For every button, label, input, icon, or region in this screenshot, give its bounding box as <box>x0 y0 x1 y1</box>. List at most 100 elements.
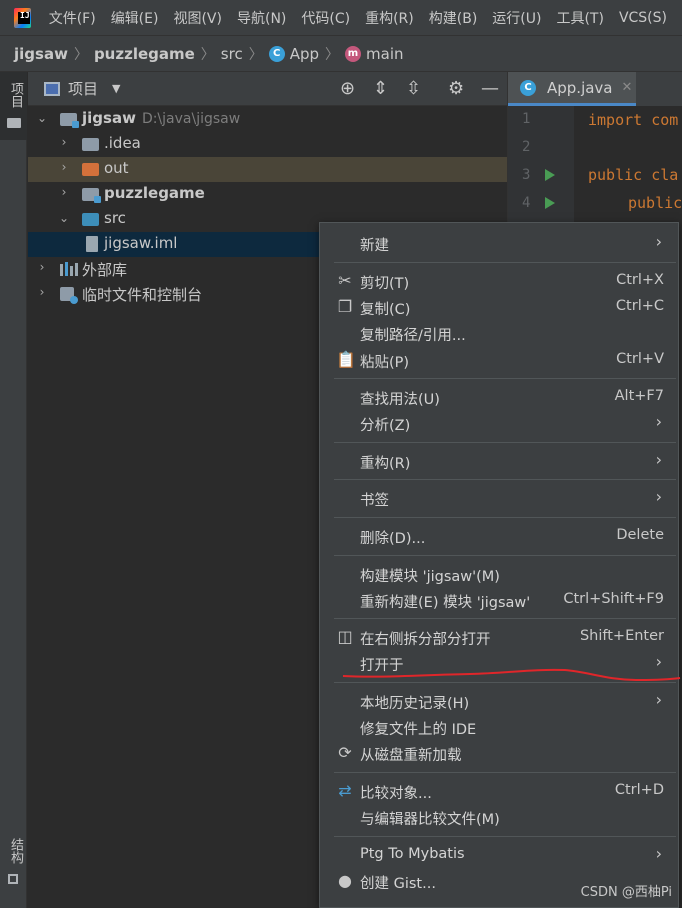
structure-tool-label: 结构 <box>8 838 23 864</box>
module-folder-icon <box>82 188 101 203</box>
menu-item-repair-ide[interactable]: 修复文件上的 IDE <box>320 714 678 740</box>
class-icon: C <box>268 45 285 62</box>
line-number: 4 <box>522 195 531 211</box>
menu-navigate[interactable]: 导航(N) <box>237 8 286 28</box>
menu-label: 创建 Gist... <box>360 876 436 892</box>
menu-file[interactable]: 文件(F) <box>49 8 96 28</box>
menu-shortcut: Ctrl+X <box>616 272 664 288</box>
menu-item-local-history[interactable]: 本地历史记录(H) › <box>320 688 678 714</box>
code-line-3: public cla <box>588 166 679 184</box>
line-number: 1 <box>522 111 531 127</box>
menu-item-reload-from-disk[interactable]: ⟳ 从磁盘重新加载 <box>320 740 678 766</box>
breadcrumb-main[interactable]: main <box>366 45 403 63</box>
tree-row-idea[interactable]: › .idea <box>28 132 507 157</box>
folder-icon <box>82 138 99 151</box>
menu-separator <box>334 378 676 379</box>
breadcrumb-jigsaw[interactable]: jigsaw <box>14 45 68 63</box>
menu-item-open-in[interactable]: 打开于 › <box>320 650 678 676</box>
breadcrumb-puzzlegame[interactable]: puzzlegame <box>94 45 195 63</box>
menu-item-find-usages[interactable]: 查找用法(U) Alt+F7 <box>320 384 678 410</box>
tree-row-puzzlegame[interactable]: › puzzlegame <box>28 182 507 207</box>
menu-item-copy[interactable]: ❐ 复制(C) Ctrl+C <box>320 294 678 320</box>
chevron-right-icon[interactable]: › <box>58 135 70 149</box>
menu-view[interactable]: 视图(V) <box>173 8 222 28</box>
menu-vcs[interactable]: VCS(S) <box>619 10 667 26</box>
line-number: 3 <box>522 167 531 183</box>
project-tool-tab[interactable]: 项目 <box>0 72 27 140</box>
context-menu: 新建 › ✂ 剪切(T) Ctrl+X ❐ 复制(C) Ctrl+C 复制路径/… <box>319 222 679 908</box>
chevron-down-icon[interactable]: ▼ <box>112 82 120 95</box>
menu-shortcut: Delete <box>616 527 664 543</box>
gear-icon[interactable]: ⚙ <box>448 78 464 100</box>
menu-item-rebuild-module[interactable]: 重新构建(E) 模块 'jigsaw' Ctrl+Shift+F9 <box>320 587 678 613</box>
menu-label: 剪切(T) <box>360 276 410 292</box>
editor-tab-bar: C App.java ✕ <box>507 72 682 106</box>
breadcrumb-src[interactable]: src <box>221 45 243 63</box>
menu-separator <box>334 682 676 683</box>
tab-app-java[interactable]: C App.java ✕ <box>508 72 636 106</box>
menu-refactor[interactable]: 重构(R) <box>365 8 414 28</box>
menu-label: 新建 <box>360 238 389 254</box>
chevron-down-icon[interactable]: ⌄ <box>36 111 48 125</box>
locate-icon[interactable]: ⊕ <box>340 78 355 100</box>
menu-label: 构建模块 'jigsaw'(M) <box>360 569 500 585</box>
menu-label: 删除(D)... <box>360 531 426 547</box>
run-icon[interactable] <box>545 197 555 209</box>
menu-item-new[interactable]: 新建 › <box>320 230 678 256</box>
menu-label: 重构(R) <box>360 456 411 472</box>
menu-label: 重新构建(E) 模块 'jigsaw' <box>360 595 531 611</box>
chevron-right-icon: › <box>655 412 662 431</box>
tree-row-jigsaw[interactable]: ⌄ jigsaw D:\java\jigsaw <box>28 107 507 132</box>
excluded-folder-icon <box>82 163 99 176</box>
chevron-right-icon[interactable]: › <box>58 185 70 199</box>
menu-item-analyze[interactable]: 分析(Z) › <box>320 410 678 436</box>
chevron-right-icon[interactable]: › <box>36 285 48 299</box>
structure-tool-tab[interactable]: 结构 <box>0 832 27 892</box>
expand-all-icon[interactable]: ⇕ <box>373 78 388 100</box>
menu-edit[interactable]: 编辑(E) <box>111 8 159 28</box>
menu-item-ptg-mybatis[interactable]: Ptg To Mybatis › <box>320 842 678 868</box>
menu-item-paste[interactable]: 📋 粘贴(P) Ctrl+V <box>320 347 678 373</box>
minimize-icon[interactable]: — <box>481 78 499 100</box>
menu-build[interactable]: 构建(B) <box>429 8 478 28</box>
menu-label: 查找用法(U) <box>360 392 440 408</box>
menu-item-cut[interactable]: ✂ 剪切(T) Ctrl+X <box>320 268 678 294</box>
file-icon <box>86 236 98 252</box>
tree-label-iml: jigsaw.iml <box>104 234 178 252</box>
chevron-down-icon[interactable]: ⌄ <box>58 211 70 225</box>
menu-item-refactor[interactable]: 重构(R) › <box>320 448 678 474</box>
tree-label-external-libs: 外部库 <box>82 261 128 279</box>
split-icon: ◫ <box>337 627 353 646</box>
menu-run[interactable]: 运行(U) <box>492 8 541 28</box>
tree-row-out[interactable]: › out <box>28 157 507 182</box>
chevron-right-icon: › <box>655 844 662 863</box>
breadcrumb-separator-icon: 〉 <box>325 46 340 63</box>
chevron-right-icon[interactable]: › <box>58 160 70 174</box>
breadcrumb-app[interactable]: App <box>290 45 319 63</box>
menu-item-copy-path[interactable]: 复制路径/引用... <box>320 320 678 346</box>
chevron-right-icon[interactable]: › <box>36 260 48 274</box>
menu-item-build-module[interactable]: 构建模块 'jigsaw'(M) <box>320 561 678 587</box>
code-line-1: import com <box>588 111 679 129</box>
menu-item-compare-with[interactable]: ⇄ 比较对象... Ctrl+D <box>320 778 678 804</box>
menu-item-open-split[interactable]: ◫ 在右侧拆分部分打开 Shift+Enter <box>320 624 678 650</box>
breadcrumb-separator-icon: 〉 <box>248 46 263 63</box>
menu-separator <box>334 442 676 443</box>
project-panel-title[interactable]: 项目 <box>68 78 98 99</box>
menu-label: Ptg To Mybatis <box>360 846 465 862</box>
menu-shortcut: Ctrl+D <box>614 782 664 798</box>
collapse-all-icon[interactable]: ⇳ <box>406 78 421 100</box>
tree-label-puzzlegame: puzzlegame <box>104 184 205 202</box>
close-icon[interactable]: ✕ <box>622 80 633 95</box>
menu-item-delete[interactable]: 删除(D)... Delete <box>320 523 678 549</box>
menu-separator <box>334 479 676 480</box>
intellij-logo-icon: IJ <box>14 7 31 28</box>
menu-tools[interactable]: 工具(T) <box>556 8 603 28</box>
run-icon[interactable] <box>545 169 555 181</box>
menu-code[interactable]: 代码(C) <box>301 8 350 28</box>
chevron-right-icon: › <box>655 450 662 469</box>
menu-separator <box>334 262 676 263</box>
breadcrumb: jigsaw 〉 puzzlegame 〉 src 〉 C App 〉 m ma… <box>0 36 682 72</box>
menu-item-bookmarks[interactable]: 书签 › <box>320 485 678 511</box>
menu-item-compare-editor[interactable]: 与编辑器比较文件(M) <box>320 804 678 830</box>
